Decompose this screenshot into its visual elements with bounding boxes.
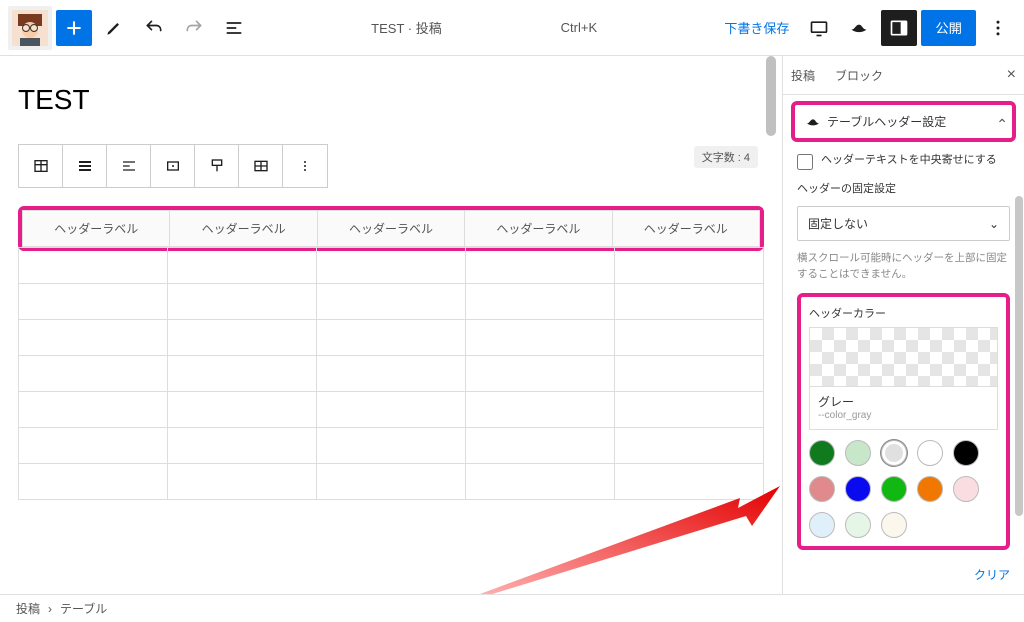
preview-button[interactable] (801, 10, 837, 46)
selected-color-name: グレー (818, 393, 989, 410)
edit-pencil-button[interactable] (96, 10, 132, 46)
color-swatch-dark-green[interactable] (809, 440, 835, 466)
document-title-text: TEST · 投稿 (371, 18, 442, 37)
color-swatch-pink[interactable] (809, 476, 835, 502)
color-swatch-pale-blue[interactable] (809, 512, 835, 538)
color-swatch-light-green[interactable] (845, 440, 871, 466)
table-block-header[interactable]: ヘッダーラベル ヘッダーラベル ヘッダーラベル ヘッダーラベル ヘッダーラベル (22, 210, 760, 247)
char-count-badge: 文字数 : 4 (694, 146, 758, 168)
toolbar-style-icon[interactable] (195, 145, 239, 187)
avatar[interactable] (8, 6, 52, 50)
sticky-header-help: 横スクロール可能時にヘッダーを上部に固定することはできません。 (797, 251, 1010, 283)
editor-canvas[interactable]: TEST 文字数 : 4 ヘッダーラベル ヘッダーラベル ヘッダーラベル ヘッダ… (0, 56, 782, 594)
clear-color-link[interactable]: クリア (783, 560, 1024, 583)
toolbar-align-full-icon[interactable] (63, 145, 107, 187)
header-color-panel-highlight: ヘッダーカラー グレー --color_gray (797, 293, 1010, 550)
topbar-right: 下書き保存 公開 (716, 10, 1016, 46)
editor-scrollbar[interactable] (766, 56, 776, 136)
chevron-down-icon: ⌄ (989, 217, 999, 231)
topbar-center: TEST · 投稿 Ctrl+K (256, 12, 712, 43)
panel-title: テーブルヘッダー設定 (827, 113, 946, 130)
swell-small-icon (805, 114, 821, 130)
center-header-checkbox[interactable] (797, 154, 813, 170)
table-header-cell[interactable]: ヘッダーラベル (465, 211, 612, 247)
sidebar-tabs: 投稿 ブロック × (783, 56, 1024, 95)
breadcrumb: 投稿 › テーブル (0, 594, 1024, 622)
table-header-cell[interactable]: ヘッダーラベル (612, 211, 759, 247)
center-header-checkbox-row[interactable]: ヘッダーテキストを中央寄せにする (797, 152, 1010, 170)
panel-header-settings-highlight[interactable]: テーブルヘッダー設定 (791, 101, 1016, 142)
publish-button[interactable]: 公開 (921, 10, 976, 46)
toolbar-more-icon[interactable] (283, 145, 327, 187)
table-header-cell[interactable]: ヘッダーラベル (23, 211, 170, 247)
sidebar-scrollbar[interactable] (1015, 196, 1023, 516)
close-icon[interactable]: × (1007, 66, 1016, 84)
table-header-row-highlight: ヘッダーラベル ヘッダーラベル ヘッダーラベル ヘッダーラベル ヘッダーラベル (18, 206, 764, 251)
breadcrumb-sep: › (48, 602, 52, 616)
settings-sidebar-toggle[interactable] (881, 10, 917, 46)
center-header-label: ヘッダーテキストを中央寄せにする (821, 152, 997, 169)
color-meta: グレー --color_gray (809, 387, 998, 430)
workspace: TEST 文字数 : 4 ヘッダーラベル ヘッダーラベル ヘッダーラベル ヘッダ… (0, 56, 1024, 594)
sticky-header-select[interactable]: 固定しない ⌄ (797, 206, 1010, 241)
table-header-cell[interactable]: ヘッダーラベル (317, 211, 464, 247)
block-toolbar (18, 144, 328, 188)
toolbar-table-icon[interactable] (19, 145, 63, 187)
table-block-body[interactable] (18, 247, 764, 500)
settings-sidebar: 投稿 ブロック × テーブルヘッダー設定 ⌃ ヘッダーテキストを中央寄せにする … (782, 56, 1024, 594)
color-swatches (809, 440, 998, 538)
tab-post[interactable]: 投稿 (791, 67, 815, 84)
swell-icon-button[interactable] (841, 10, 877, 46)
color-swatch-black[interactable] (953, 440, 979, 466)
toolbar-align-left-icon[interactable] (107, 145, 151, 187)
color-swatch-white[interactable] (917, 440, 943, 466)
redo-button[interactable] (176, 10, 212, 46)
color-swatch-gray[interactable] (881, 440, 907, 466)
header-color-label: ヘッダーカラー (809, 305, 998, 321)
post-title[interactable]: TEST (18, 84, 764, 116)
color-swatch-pale-green[interactable] (845, 512, 871, 538)
sticky-header-label: ヘッダーの固定設定 (797, 180, 1010, 196)
document-title-bar[interactable]: TEST · 投稿 Ctrl+K (359, 12, 609, 43)
document-outline-button[interactable] (216, 10, 252, 46)
selected-color-var: --color_gray (818, 410, 989, 421)
color-swatch-blue[interactable] (845, 476, 871, 502)
undo-button[interactable] (136, 10, 172, 46)
toolbar-cell-icon[interactable] (151, 145, 195, 187)
table-header-cell[interactable]: ヘッダーラベル (170, 211, 317, 247)
toolbar-columns-icon[interactable] (239, 145, 283, 187)
breadcrumb-root[interactable]: 投稿 (16, 600, 40, 617)
save-draft-link[interactable]: 下書き保存 (716, 18, 797, 37)
tab-block[interactable]: ブロック (835, 67, 883, 84)
more-options-button[interactable] (980, 10, 1016, 46)
command-shortcut: Ctrl+K (561, 20, 597, 35)
color-swatch-orange[interactable] (917, 476, 943, 502)
sidebar-body: ヘッダーテキストを中央寄せにする ヘッダーの固定設定 固定しない ⌄ 横スクロー… (783, 142, 1024, 560)
breadcrumb-current[interactable]: テーブル (60, 600, 107, 617)
color-swatch-light-pink[interactable] (953, 476, 979, 502)
color-preview-checker[interactable] (809, 327, 998, 387)
color-swatch-cream[interactable] (881, 512, 907, 538)
chevron-up-icon[interactable]: ⌃ (996, 116, 1008, 133)
sticky-header-value: 固定しない (808, 215, 868, 232)
topbar: TEST · 投稿 Ctrl+K 下書き保存 公開 (0, 0, 1024, 56)
color-swatch-green[interactable] (881, 476, 907, 502)
add-block-button[interactable] (56, 10, 92, 46)
